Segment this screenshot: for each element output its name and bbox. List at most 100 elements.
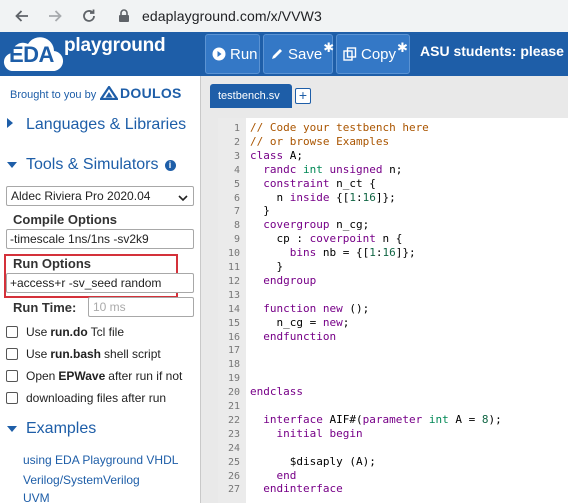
forward-arrow-icon[interactable] <box>42 3 68 29</box>
code-text: interface AIF#(parameter int A = 8); <box>263 412 502 426</box>
code-line: 14 function new (); <box>218 302 369 316</box>
doulos-logo[interactable]: DOULOS <box>100 85 182 101</box>
use-run-do-checkbox-row[interactable]: Use run.do Tcl file <box>6 325 124 339</box>
open-epwave-checkbox[interactable] <box>6 370 18 382</box>
info-icon[interactable]: i <box>164 159 176 171</box>
copy-label: Copy <box>361 45 397 63</box>
tab-testbench[interactable]: testbench.sv <box>210 84 292 108</box>
code-text: class A; <box>250 148 303 162</box>
code-line: 3 class A; <box>218 149 303 163</box>
code-text: cp : coverpoint n { <box>250 232 403 246</box>
run-button[interactable]: Run <box>205 34 260 74</box>
code-line: 4 randc int unsigned n; <box>218 163 402 177</box>
lock-icon <box>118 9 132 23</box>
use-run-do-checkbox[interactable] <box>6 326 18 338</box>
simulator-select[interactable]: Aldec Riviera Pro 2020.04 <box>6 186 194 206</box>
line-number: 26 <box>227 470 240 482</box>
back-arrow-icon[interactable] <box>9 3 35 29</box>
caret-down-icon <box>6 420 18 438</box>
brought-to-you-text: Brought to you by <box>10 89 97 101</box>
code-line: 9 cp : coverpoint n { <box>218 232 402 246</box>
save-label: Save <box>288 45 323 63</box>
examples-section[interactable]: Examples <box>6 420 96 438</box>
code-editor[interactable]: 1 // Code your testbench here 2 // or brows… <box>218 118 568 503</box>
chevron-down-icon <box>178 191 188 205</box>
line-number: 15 <box>227 317 240 329</box>
languages-libraries-section[interactable]: Languages & Libraries <box>6 116 186 134</box>
line-number: 9 <box>233 234 240 246</box>
line-number: 8 <box>233 220 240 232</box>
line-number: 27 <box>227 484 240 496</box>
code-line: 25 $disaply (A); <box>218 455 376 469</box>
line-number: 5 <box>233 178 240 190</box>
line-number: 16 <box>227 331 240 343</box>
address-bar[interactable]: edaplayground.com/x/VVW3 <box>108 2 568 30</box>
logo-playground-text: playground <box>64 35 166 56</box>
line-number: 1 <box>233 123 240 134</box>
add-tab-button[interactable]: + <box>295 88 311 104</box>
use-run-bash-checkbox-row[interactable]: Use run.bash shell script <box>6 347 161 361</box>
code-line: 2 // or browse Examples <box>218 135 389 149</box>
code-text: covergroup n_cg; <box>263 218 370 232</box>
line-number: 18 <box>227 359 240 371</box>
code-text: n_cg = new; <box>250 315 350 329</box>
code-line: 21 <box>218 399 240 413</box>
code-text: constraint n_ct { <box>263 176 376 190</box>
tools-simulators-section[interactable]: Tools & Simulators i <box>6 156 176 174</box>
eda-playground-logo[interactable]: EDA playground <box>0 32 200 76</box>
url-text: edaplayground.com/x/VVW3 <box>142 8 322 24</box>
code-line: 26 end <box>218 469 296 483</box>
example-link[interactable]: UVM <box>23 491 50 503</box>
run-time-input[interactable]: 10 ms <box>88 297 194 317</box>
example-link[interactable]: Verilog/SystemVerilog <box>23 473 140 487</box>
code-line: 19 <box>218 371 240 385</box>
code-line: 7 } <box>218 204 270 218</box>
line-number: 3 <box>233 150 240 162</box>
code-text: end <box>276 468 297 482</box>
reload-icon[interactable] <box>76 3 102 29</box>
doulos-triangle-icon <box>100 86 118 100</box>
code-line: 13 <box>218 288 240 302</box>
copy-button[interactable]: Copy ✱ <box>336 34 410 74</box>
line-number: 19 <box>227 373 240 385</box>
open-epwave-checkbox-row[interactable]: Open EPWave after run if not <box>6 369 182 383</box>
logo-eda-text: EDA <box>9 42 54 67</box>
download-files-checkbox-row[interactable]: downloading files after run <box>6 391 166 405</box>
run-time-label: Run Time: <box>13 300 77 315</box>
code-line: 24 <box>218 441 240 455</box>
line-number: 6 <box>233 192 240 204</box>
sidebar: Brought to you by DOULOS Languages & Lib… <box>0 76 201 503</box>
play-icon <box>212 47 226 61</box>
pencil-icon <box>270 47 284 61</box>
app-header: EDA playground Run Save ✱ Copy ✱ ASU stu… <box>0 32 568 76</box>
asterisk-icon: ✱ <box>397 40 408 55</box>
compile-options-label: Compile Options <box>13 212 117 227</box>
code-text: $disaply (A); <box>250 454 376 468</box>
compile-options-input[interactable]: -timescale 1ns/1ns -sv2k9 <box>6 229 194 249</box>
code-line: 5 constraint n_ct { <box>218 177 376 191</box>
download-files-checkbox[interactable] <box>6 392 18 404</box>
code-text: initial begin <box>276 426 363 440</box>
line-number: 7 <box>233 206 240 218</box>
line-number: 17 <box>227 345 240 357</box>
line-number: 20 <box>227 387 240 399</box>
code-text: } <box>250 260 284 273</box>
code-line: 8 covergroup n_cg; <box>218 218 369 232</box>
use-run-bash-checkbox[interactable] <box>6 348 18 360</box>
code-line: 12 endgroup <box>218 274 316 288</box>
code-text: endgroup <box>263 273 317 287</box>
asu-login-notice[interactable]: ASU students: please log <box>420 43 568 59</box>
line-number: 13 <box>227 289 240 301</box>
example-link[interactable]: using EDA Playground VHDL <box>23 453 178 467</box>
code-line: 11 } <box>218 260 283 274</box>
run-options-input[interactable]: +access+r -sv_seed random <box>6 273 194 293</box>
run-options-label: Run Options <box>13 256 91 271</box>
code-text: // Code your testbench here <box>250 121 429 134</box>
editor-panel: testbench.sv + 1 // Code your testbench h… <box>201 76 568 503</box>
save-button[interactable]: Save ✱ <box>263 34 334 74</box>
run-label: Run <box>230 45 258 63</box>
line-number: 21 <box>227 401 240 412</box>
code-line: 18 <box>218 357 240 371</box>
code-text: bins nb = {[1:16]}; <box>289 246 416 260</box>
caret-down-icon <box>6 156 18 174</box>
